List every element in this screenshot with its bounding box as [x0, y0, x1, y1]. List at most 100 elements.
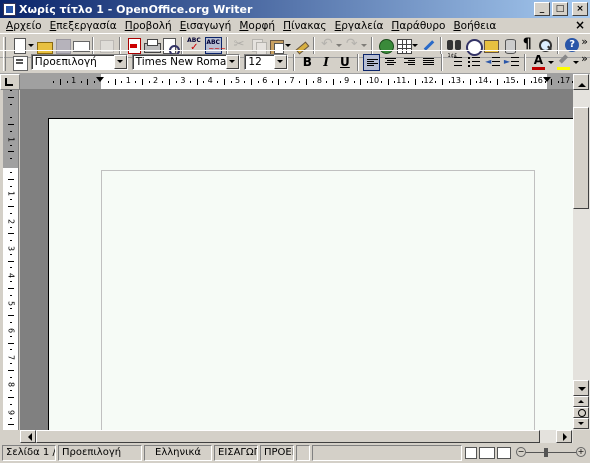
ruler-tick	[10, 226, 12, 228]
menu-format[interactable]: Μορφή	[235, 20, 279, 32]
text-boundaries[interactable]	[101, 170, 535, 430]
selection-mode[interactable]: ΠΡΟΕΠ	[260, 445, 294, 461]
align-right-button[interactable]	[401, 54, 418, 71]
zoom-slider[interactable]: − +	[516, 446, 586, 460]
ruler-tick	[257, 81, 259, 83]
ruler-label: 14	[478, 76, 489, 85]
paragraph-style-select[interactable]: Προεπιλογή	[30, 54, 128, 70]
highlighting-dropdown-icon[interactable]	[572, 54, 580, 71]
previous-page-button[interactable]	[573, 396, 589, 407]
ruler-tick	[10, 144, 12, 146]
minimize-button[interactable]: _	[534, 2, 550, 16]
horizontal-scroll-thumb[interactable]	[36, 430, 540, 443]
ruler-tick	[10, 103, 12, 105]
vertical-scroll-thumb[interactable]	[573, 107, 589, 209]
ruler-label: 2	[6, 218, 16, 224]
ruler-tick	[10, 130, 12, 132]
writer-app-icon[interactable]	[3, 2, 16, 16]
ruler-label: 7	[289, 76, 295, 85]
font-size-select[interactable]: 12	[244, 54, 288, 70]
ruler-tick	[10, 212, 12, 214]
font-name-select[interactable]: Times New Roman	[131, 54, 241, 70]
ruler-tick	[298, 81, 300, 83]
page-style[interactable]: Προεπιλογή	[58, 445, 142, 461]
ruler-label: 9	[344, 76, 350, 85]
bullets-icon[interactable]	[465, 54, 482, 71]
italic-button[interactable]: I	[318, 54, 335, 71]
scrollbar-left-pad	[0, 430, 20, 443]
bold-button[interactable]: B	[299, 54, 316, 71]
ruler-label: 6	[6, 327, 16, 333]
zoom-in-icon[interactable]: +	[576, 447, 586, 457]
right-indent-marker[interactable]	[543, 77, 551, 86]
menu-file[interactable]: Αρχείο	[2, 20, 46, 32]
ruler-tick	[517, 81, 519, 83]
view-layout-group	[464, 447, 512, 459]
scroll-up-button[interactable]	[573, 74, 589, 90]
ruler-tick	[435, 81, 437, 83]
toolbar-separator	[440, 53, 443, 71]
page-indicator[interactable]: Σελίδα 1 / 1	[2, 445, 56, 461]
font-size-value: 12	[248, 56, 262, 68]
chevron-down-icon[interactable]	[226, 55, 240, 69]
left-indent-marker[interactable]	[96, 77, 104, 86]
language-indicator[interactable]: Ελληνικά	[144, 445, 212, 461]
justify-button[interactable]	[420, 54, 437, 71]
ruler-tick	[421, 81, 423, 83]
menu-insert[interactable]: Εισαγωγή	[176, 20, 236, 32]
align-center-button[interactable]	[382, 54, 399, 71]
chevron-down-icon[interactable]	[113, 55, 127, 69]
highlighting-icon[interactable]	[555, 54, 572, 71]
toolbar-grip[interactable]	[3, 53, 6, 71]
underline-button[interactable]: U	[337, 54, 354, 71]
ruler-tick	[8, 424, 14, 426]
document-area[interactable]	[20, 90, 573, 430]
horizontal-ruler[interactable]: 1 1 2 3 4 5 6 7 8 9 10 11 12 13 14 15 16 17	[20, 74, 574, 90]
ruler-tick	[496, 79, 498, 85]
single-page-view-icon[interactable]	[465, 447, 477, 459]
maximize-button[interactable]: □	[552, 2, 568, 16]
menu-tools[interactable]: Εργαλεία	[331, 20, 388, 32]
increase-indent-icon[interactable]	[503, 54, 520, 71]
tab-type-selector[interactable]	[0, 74, 20, 90]
zoom-out-icon[interactable]: −	[516, 447, 526, 457]
vertical-ruler[interactable]: 1 1 2 3 4 5 6 7 8 9	[3, 90, 19, 430]
navigation-button[interactable]	[573, 407, 589, 418]
horizontal-scrollbar[interactable]	[20, 430, 573, 443]
scroll-left-button[interactable]	[20, 430, 36, 443]
align-left-button[interactable]	[363, 53, 381, 71]
ruler-label: 7	[6, 355, 16, 361]
vertical-scrollbar[interactable]	[573, 74, 590, 430]
menu-table[interactable]: Πίνακας	[279, 20, 331, 32]
multi-page-view-icon[interactable]	[479, 447, 495, 459]
styles-formatting-icon[interactable]	[11, 54, 28, 71]
insert-mode[interactable]: ΕΙΣΑΓΩΓΗ	[214, 445, 258, 461]
toolbar-overflow-icon[interactable]	[581, 52, 589, 71]
signature-field[interactable]	[312, 445, 462, 461]
scroll-right-button[interactable]	[556, 430, 572, 443]
ruler-tick	[8, 315, 14, 317]
ruler-tick	[176, 81, 178, 83]
ruler-tick	[10, 294, 12, 296]
scroll-down-button[interactable]	[573, 380, 589, 396]
close-document-icon[interactable]: ×	[575, 18, 585, 32]
menu-view[interactable]: Προβολή	[121, 20, 176, 32]
menu-edit[interactable]: Επεξεργασία	[46, 20, 121, 32]
chevron-down-icon[interactable]	[273, 55, 287, 69]
ruler-tick	[203, 81, 205, 83]
numbering-icon[interactable]	[447, 54, 464, 71]
ruler-tick	[8, 96, 14, 98]
decrease-indent-icon[interactable]	[484, 54, 501, 71]
font-color-dropdown-icon[interactable]	[547, 54, 554, 71]
ruler-tick	[10, 417, 12, 419]
next-page-button[interactable]	[573, 418, 589, 429]
book-view-icon[interactable]	[497, 447, 511, 459]
close-button[interactable]: ×	[572, 2, 588, 16]
font-color-icon[interactable]	[530, 53, 547, 71]
menu-window[interactable]: Παράθυρο	[387, 20, 449, 32]
ruler-tick	[217, 81, 219, 83]
document-page[interactable]	[48, 118, 573, 430]
scrollbar-corner	[573, 430, 590, 443]
menu-help[interactable]: Βοήθεια	[449, 20, 500, 32]
zoom-knob[interactable]	[544, 448, 548, 457]
